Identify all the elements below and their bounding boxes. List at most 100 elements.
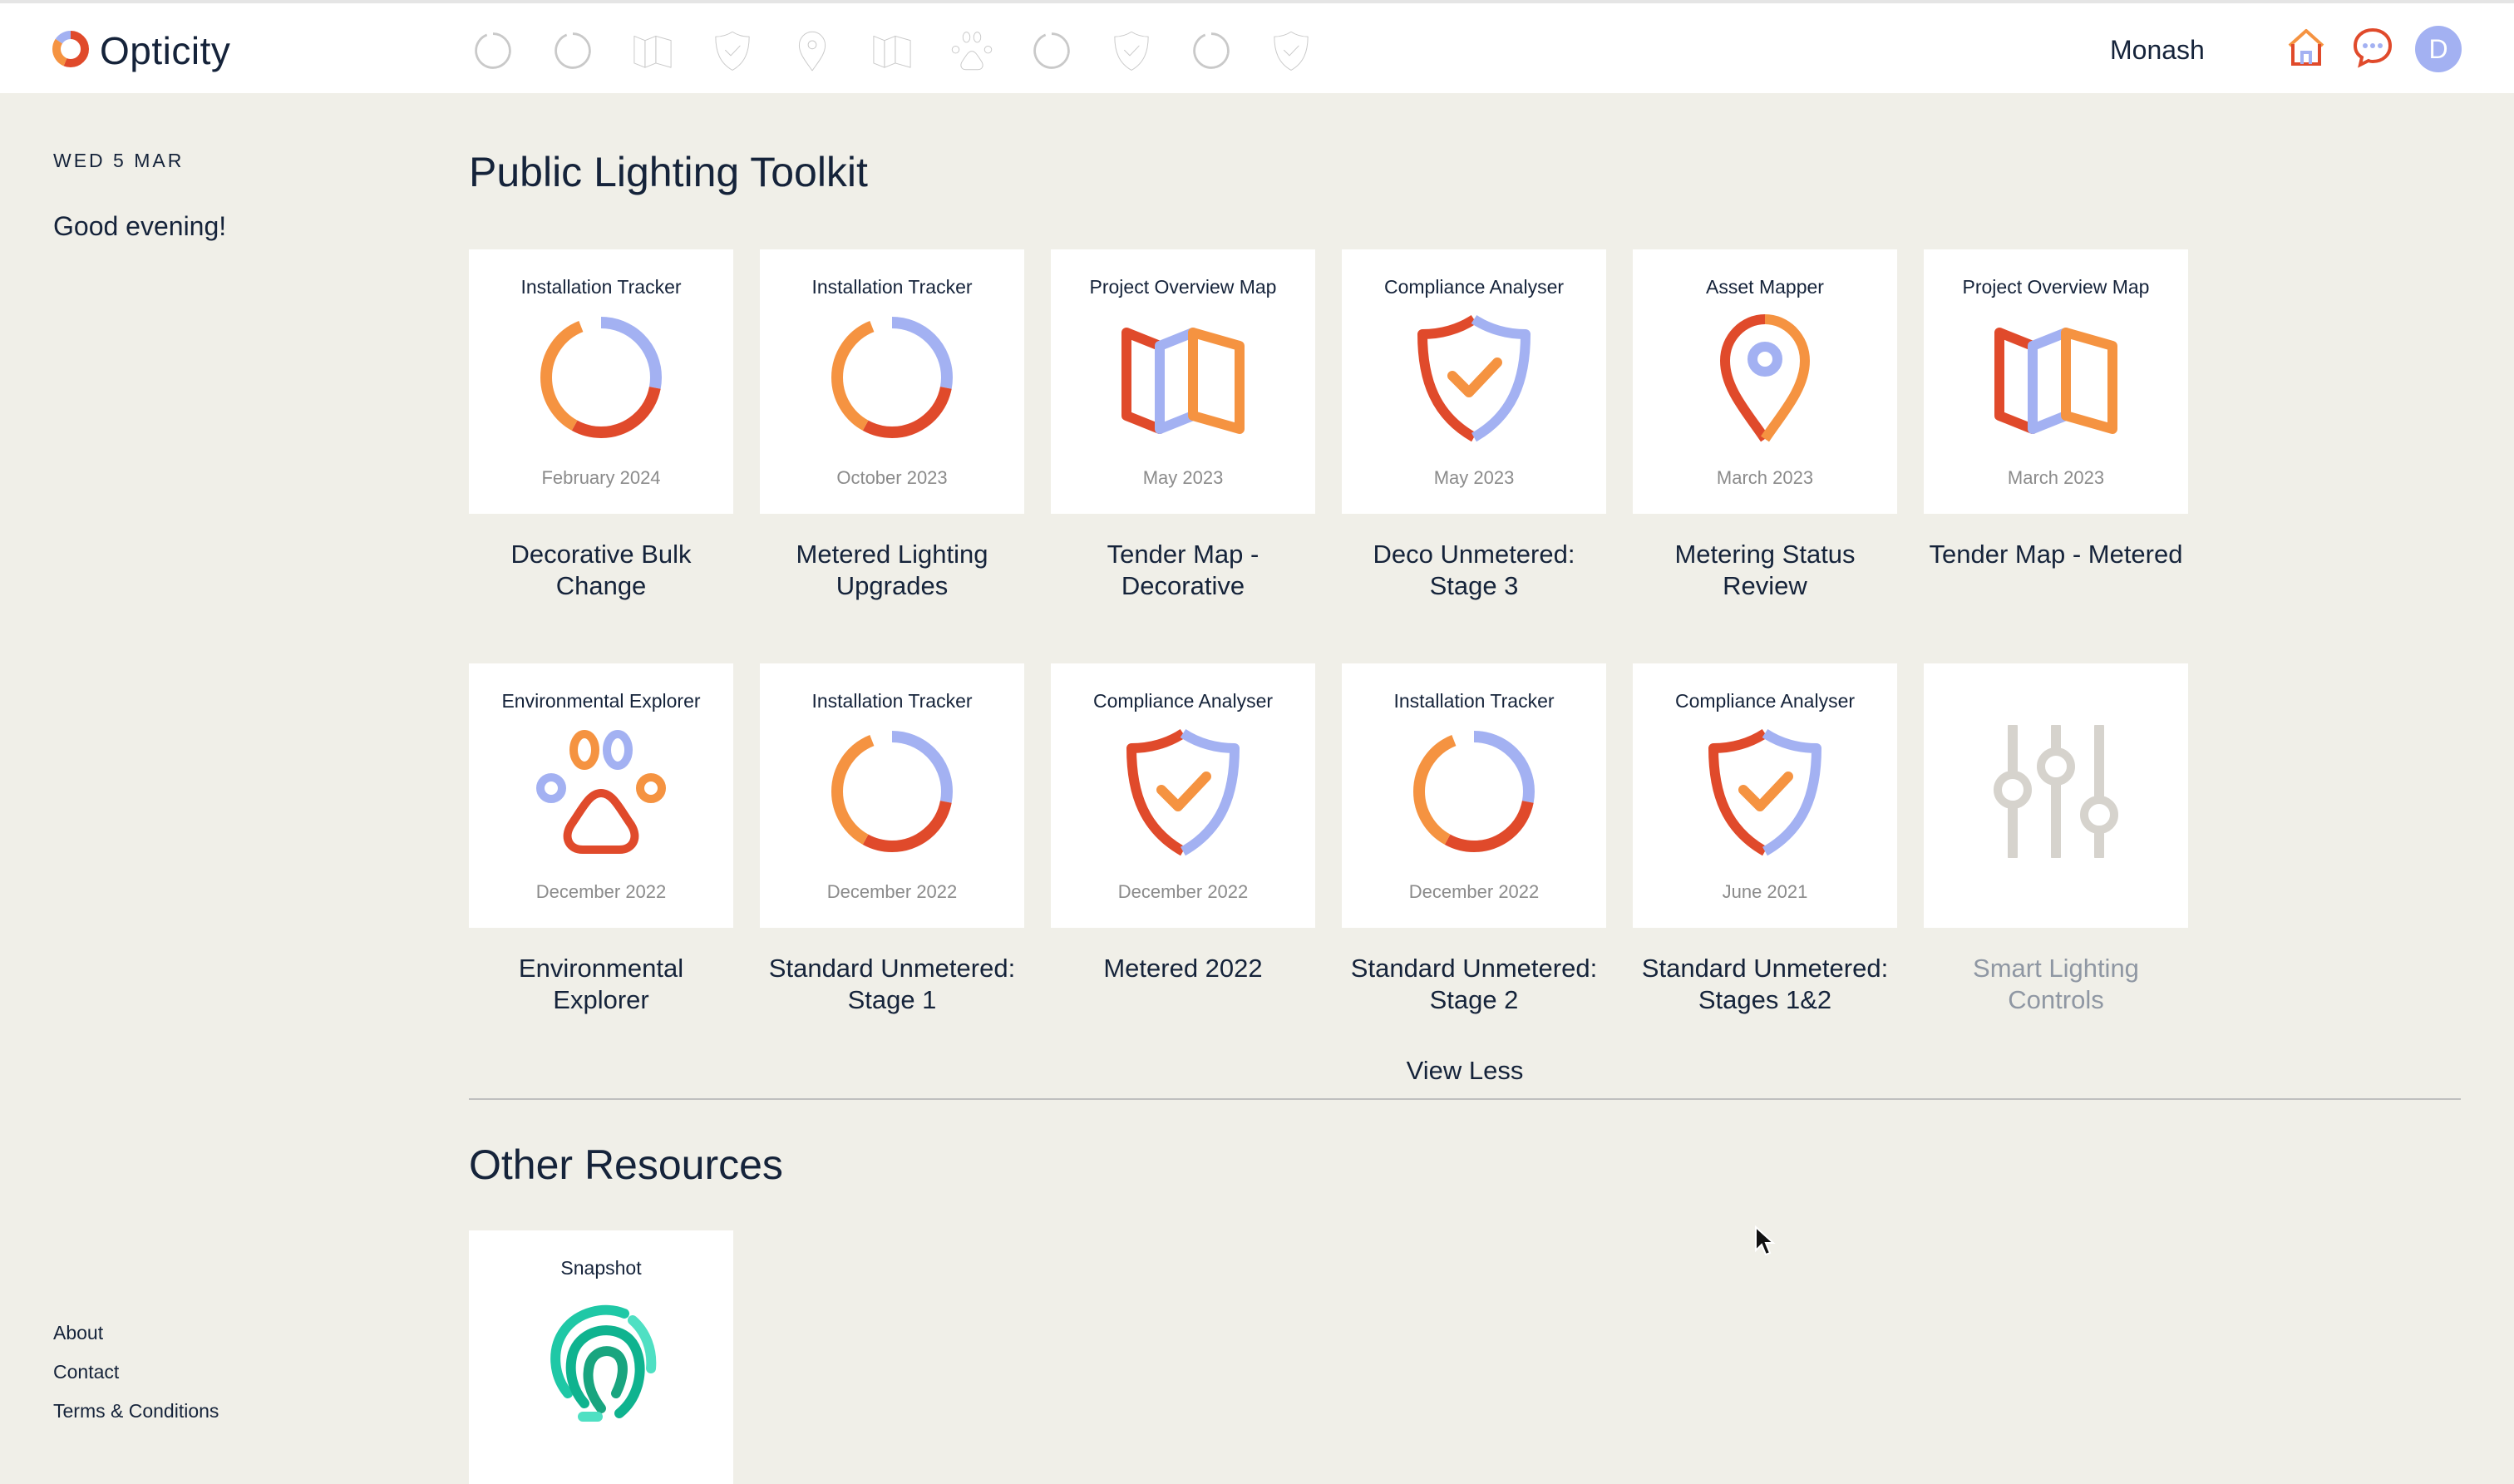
tool-tile[interactable]: Compliance Analyser December 2022 Metered… bbox=[1051, 663, 1315, 1033]
tool-tile[interactable]: Asset Mapper March 2023 Metering Status R… bbox=[1633, 249, 1897, 619]
tracker-icon[interactable] bbox=[470, 27, 516, 74]
user-name[interactable]: Monash bbox=[2110, 35, 2205, 66]
contact-link[interactable]: Contact bbox=[53, 1361, 219, 1383]
paw-icon[interactable] bbox=[949, 27, 995, 74]
shield-icon[interactable] bbox=[709, 27, 756, 74]
resources-grid: Snapshot bbox=[469, 1230, 2188, 1484]
messages-button[interactable] bbox=[2349, 25, 2397, 73]
tile-title[interactable]: Environmental Explorer bbox=[469, 953, 733, 1033]
tile-date: March 2023 bbox=[1716, 467, 1814, 488]
tile-date: December 2022 bbox=[535, 881, 667, 902]
tile-card[interactable]: Environmental Explorer December 2022 bbox=[469, 663, 733, 928]
home-icon bbox=[2285, 26, 2328, 73]
tool-tile[interactable]: Installation Tracker October 2023 Metered… bbox=[760, 249, 1024, 619]
tile-card[interactable]: Snapshot bbox=[469, 1230, 733, 1484]
fingerprint-icon bbox=[535, 1292, 668, 1425]
tile-title[interactable]: Standard Unmetered: Stage 2 bbox=[1342, 953, 1606, 1033]
tool-tile[interactable]: Snapshot bbox=[469, 1230, 733, 1484]
tile-card[interactable]: Asset Mapper March 2023 bbox=[1633, 249, 1897, 514]
toolkit-grid: Installation Tracker February 2024 Decora… bbox=[469, 249, 2188, 1033]
tracker-icon bbox=[535, 311, 668, 444]
tile-title[interactable]: Standard Unmetered: Stages 1&2 bbox=[1633, 953, 1897, 1033]
tool-tile[interactable]: Compliance Analyser May 2023 Deco Unmeter… bbox=[1342, 249, 1606, 619]
tool-tile[interactable]: Compliance Analyser June 2021 Standard Un… bbox=[1633, 663, 1897, 1033]
tile-card[interactable]: Installation Tracker February 2024 bbox=[469, 249, 733, 514]
tile-date: December 2022 bbox=[826, 881, 958, 902]
tile-date: March 2023 bbox=[2007, 467, 2105, 488]
tile-title[interactable]: Decorative Bulk Change bbox=[469, 539, 733, 619]
tile-category: Installation Tracker bbox=[520, 276, 682, 298]
app-name: Opticity bbox=[100, 29, 231, 72]
avatar[interactable]: D bbox=[2415, 26, 2462, 72]
shield-icon[interactable] bbox=[1268, 27, 1314, 74]
toolkit-title: Public Lighting Toolkit bbox=[469, 149, 868, 195]
tile-title[interactable]: Metered 2022 bbox=[1051, 953, 1315, 1033]
tile-title[interactable]: Smart Lighting Controls bbox=[1924, 953, 2188, 1033]
shield-icon[interactable] bbox=[1108, 27, 1155, 74]
tool-tile[interactable]: Installation Tracker December 2022 Standa… bbox=[1342, 663, 1606, 1033]
view-less-button[interactable]: View Less bbox=[469, 1056, 2461, 1086]
tile-card[interactable]: Project Overview Map March 2023 bbox=[1924, 249, 2188, 514]
home-button[interactable] bbox=[2282, 25, 2330, 73]
map-icon[interactable] bbox=[629, 27, 676, 74]
tracker-icon[interactable] bbox=[1028, 27, 1075, 74]
tile-card[interactable]: Installation Tracker October 2023 bbox=[760, 249, 1024, 514]
tile-card[interactable]: Installation Tracker December 2022 bbox=[760, 663, 1024, 928]
tile-category: Installation Tracker bbox=[811, 690, 973, 712]
tool-tile[interactable]: Installation Tracker December 2022 Standa… bbox=[760, 663, 1024, 1033]
tracker-icon bbox=[826, 725, 959, 858]
tile-card[interactable]: Compliance Analyser June 2021 bbox=[1633, 663, 1897, 928]
about-link[interactable]: About bbox=[53, 1322, 219, 1344]
terms-link[interactable]: Terms & Conditions bbox=[53, 1400, 219, 1422]
tile-card[interactable]: Compliance Analyser December 2022 bbox=[1051, 663, 1315, 928]
tile-category: Snapshot bbox=[560, 1257, 642, 1279]
mouse-cursor-icon bbox=[1754, 1225, 1776, 1261]
map-icon[interactable] bbox=[869, 27, 915, 74]
tile-category: Project Overview Map bbox=[1089, 276, 1277, 298]
date-label: WED 5 MAR bbox=[53, 150, 185, 171]
tool-tile[interactable]: Project Overview Map March 2023 Tender Ma… bbox=[1924, 249, 2188, 619]
top-right-actions: D bbox=[2282, 25, 2462, 73]
tile-date: December 2022 bbox=[1117, 881, 1249, 902]
tile-title[interactable]: Standard Unmetered: Stage 1 bbox=[760, 953, 1024, 1033]
divider bbox=[469, 1098, 2461, 1100]
tile-date: December 2022 bbox=[1408, 881, 1540, 902]
tracker-icon[interactable] bbox=[1188, 27, 1235, 74]
greeting: Good evening! bbox=[53, 211, 227, 241]
tile-date: February 2024 bbox=[541, 467, 661, 488]
tile-card[interactable] bbox=[1924, 663, 2188, 928]
map-icon bbox=[1117, 311, 1250, 444]
tile-card[interactable]: Installation Tracker December 2022 bbox=[1342, 663, 1606, 928]
tracker-icon[interactable] bbox=[550, 27, 596, 74]
shield-icon bbox=[1407, 311, 1540, 444]
tile-card[interactable]: Project Overview Map May 2023 bbox=[1051, 249, 1315, 514]
footer-links: About Contact Terms & Conditions bbox=[53, 1322, 219, 1422]
tile-category: Installation Tracker bbox=[1393, 690, 1555, 712]
tile-category: Asset Mapper bbox=[1706, 276, 1824, 298]
pin-icon[interactable] bbox=[789, 27, 836, 74]
sliders-icon bbox=[1989, 725, 2122, 858]
top-bar: Opticity Monash D bbox=[0, 0, 2514, 93]
tile-title[interactable]: Tender Map - Decorative bbox=[1051, 539, 1315, 619]
shield-icon bbox=[1698, 725, 1831, 858]
chat-bubble-icon bbox=[2351, 26, 2394, 73]
tile-title[interactable]: Tender Map - Metered bbox=[1924, 539, 2188, 619]
tool-tile[interactable]: Project Overview Map May 2023 Tender Map … bbox=[1051, 249, 1315, 619]
logo[interactable]: Opticity bbox=[52, 28, 230, 73]
tile-card[interactable]: Compliance Analyser May 2023 bbox=[1342, 249, 1606, 514]
tile-category: Compliance Analyser bbox=[1092, 690, 1274, 712]
tile-date: October 2023 bbox=[836, 467, 948, 488]
tool-tile[interactable]: Environmental Explorer December 2022 Envi… bbox=[469, 663, 733, 1033]
tool-tile[interactable]: Smart Lighting Controls bbox=[1924, 663, 2188, 1033]
nav-icon-bar bbox=[470, 27, 1314, 75]
tile-date: May 2023 bbox=[1433, 467, 1515, 488]
tile-title[interactable]: Deco Unmetered: Stage 3 bbox=[1342, 539, 1606, 619]
pin-icon bbox=[1698, 311, 1831, 444]
tile-category: Project Overview Map bbox=[1962, 276, 2150, 298]
tracker-icon bbox=[1407, 725, 1540, 858]
tile-title[interactable]: Metering Status Review bbox=[1633, 539, 1897, 619]
tile-date: June 2021 bbox=[1722, 881, 1808, 902]
tile-title[interactable]: Metered Lighting Upgrades bbox=[760, 539, 1024, 619]
tool-tile[interactable]: Installation Tracker February 2024 Decora… bbox=[469, 249, 733, 619]
tile-category: Compliance Analyser bbox=[1674, 690, 1856, 712]
